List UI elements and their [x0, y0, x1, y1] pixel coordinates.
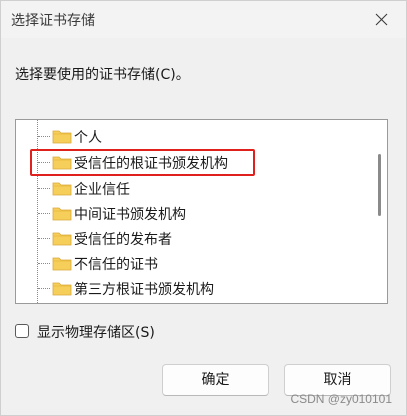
close-button[interactable] [360, 1, 404, 38]
dialog-title: 选择证书存储 [11, 13, 95, 29]
tree-branch-line [38, 162, 50, 163]
tree-branch-line [38, 213, 50, 214]
tree-branch-line [38, 238, 50, 239]
folder-icon [52, 282, 72, 296]
tree-item-label: 不信任的证书 [74, 257, 158, 273]
folder-icon [52, 156, 72, 170]
tree-branch-line [38, 288, 50, 289]
tree-item-personal[interactable]: 个人 [16, 124, 372, 148]
select-certificate-store-dialog: 选择证书存储 选择要使用的证书存储(C)。 个人 受信任的根证书颁发机构 企业信… [0, 0, 407, 416]
tree-item-label: 第三方根证书颁发机构 [74, 282, 214, 298]
tree-item-trusted-root[interactable]: 受信任的根证书颁发机构 [16, 150, 372, 174]
folder-icon [52, 182, 72, 196]
ok-button[interactable]: 确定 [162, 364, 269, 396]
tree-branch-line [38, 136, 50, 137]
tree-item-enterprise-trust[interactable]: 企业信任 [16, 176, 372, 200]
title-bar: 选择证书存储 [1, 1, 406, 38]
tree-item-intermediate-ca[interactable]: 中间证书颁发机构 [16, 201, 372, 225]
tree-item-label: 受信任的发布者 [74, 232, 172, 248]
tree-item-untrusted-certificates[interactable]: 不信任的证书 [16, 251, 372, 275]
folder-icon [52, 257, 72, 271]
tree-item-label: 中间证书颁发机构 [74, 207, 186, 223]
instruction-text: 选择要使用的证书存储(C)。 [15, 67, 190, 83]
tree-item-label: 受信任的根证书颁发机构 [74, 156, 228, 172]
certificate-store-tree[interactable]: 个人 受信任的根证书颁发机构 企业信任 中间证书颁发机构 受信任的发布者 不信任… [15, 119, 388, 304]
watermark-text: CSDN @zy010101 [290, 392, 392, 406]
tree-item-label: 个人 [74, 130, 102, 146]
tree-item-third-party-root-ca[interactable]: 第三方根证书颁发机构 [16, 276, 372, 300]
tree-branch-line [38, 188, 50, 189]
folder-icon [52, 232, 72, 246]
close-icon [375, 13, 388, 26]
folder-icon [52, 130, 72, 144]
scrollbar-thumb[interactable] [378, 154, 381, 216]
tree-item-label: 企业信任 [74, 182, 130, 198]
tree-item-trusted-publishers[interactable]: 受信任的发布者 [16, 226, 372, 250]
vertical-scrollbar[interactable] [371, 120, 387, 303]
tree-branch-line [38, 263, 50, 264]
show-physical-stores-checkbox[interactable] [15, 324, 29, 338]
show-physical-stores-label[interactable]: 显示物理存储区(S) [37, 322, 155, 342]
folder-icon [52, 207, 72, 221]
